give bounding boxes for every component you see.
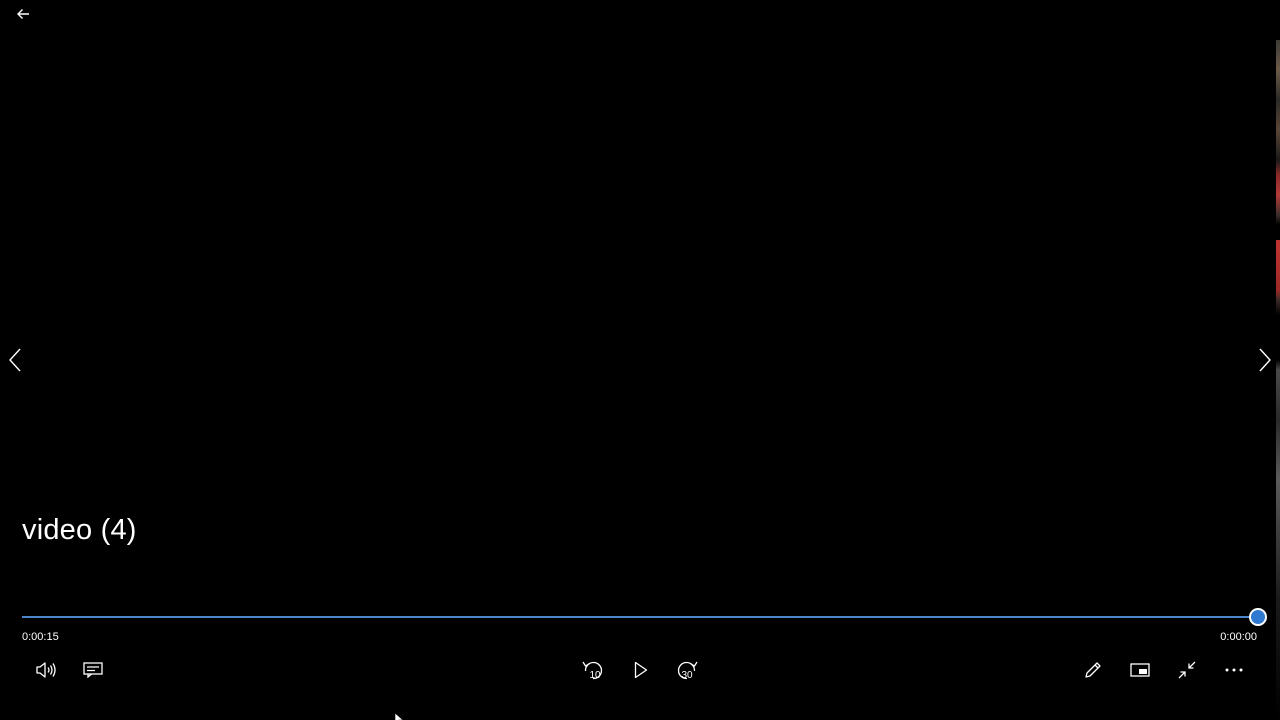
pencil-icon (1085, 662, 1101, 678)
edit-button[interactable] (1078, 655, 1108, 685)
video-title: video (4) (22, 514, 137, 546)
skip-forward-30-icon: 30 (677, 661, 698, 681)
more-icon (1225, 668, 1243, 672)
back-arrow-icon (17, 9, 29, 19)
video-player: video (4) 0:00:15 0:00:00 10 30 (0, 0, 1280, 720)
skip-forward-label: 30 (681, 670, 693, 681)
back-button[interactable] (10, 2, 36, 26)
more-button[interactable] (1219, 655, 1249, 685)
volume-button[interactable] (30, 655, 62, 685)
play-button[interactable] (625, 654, 657, 686)
subtitles-button[interactable] (78, 655, 108, 685)
exit-fullscreen-icon (1178, 661, 1196, 679)
skip-forward-button[interactable]: 30 (671, 654, 703, 686)
exit-fullscreen-button[interactable] (1172, 655, 1202, 685)
skip-back-label: 10 (589, 670, 601, 681)
subtitles-icon (83, 662, 103, 678)
next-item-button[interactable] (1252, 344, 1278, 376)
mouse-cursor (394, 710, 405, 720)
play-icon (634, 661, 648, 679)
mini-view-icon (1130, 663, 1150, 677)
chevron-left-icon (9, 348, 21, 372)
previous-item-button[interactable] (2, 344, 28, 376)
remaining-time: 0:00:00 (1220, 631, 1257, 643)
skip-back-button[interactable]: 10 (577, 654, 609, 686)
mini-view-button[interactable] (1125, 655, 1155, 685)
volume-icon (36, 662, 56, 678)
seek-thumb[interactable] (1249, 608, 1267, 626)
elapsed-time: 0:00:15 (22, 631, 59, 643)
chevron-right-icon (1259, 348, 1271, 372)
seek-fill (22, 616, 1258, 618)
seek-bar[interactable] (22, 604, 1267, 630)
skip-back-10-icon: 10 (582, 661, 603, 681)
